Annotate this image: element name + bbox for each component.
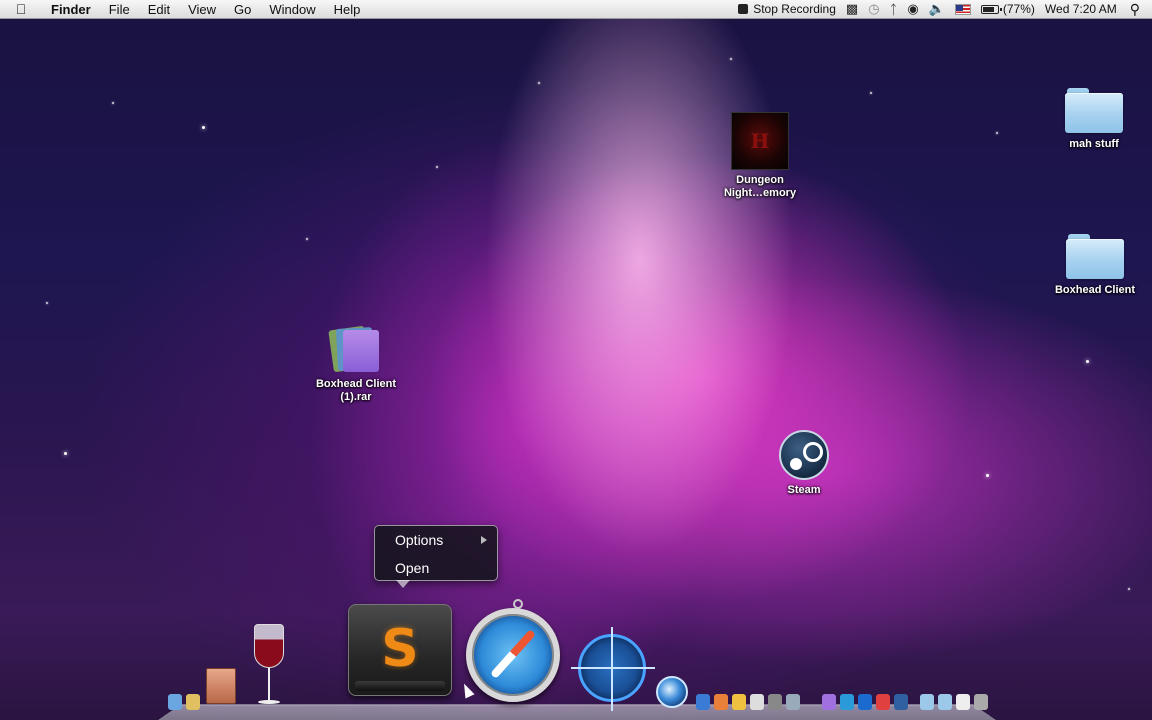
star: [306, 238, 308, 240]
desktop-icon-label: Boxhead Client: [1054, 284, 1136, 296]
star: [112, 102, 114, 104]
menu-bar:  Finder File Edit View Go Window Help S…: [0, 0, 1152, 19]
input-source-flag-icon[interactable]: [950, 0, 976, 19]
menu-view[interactable]: View: [179, 0, 225, 19]
trash-icon[interactable]: [974, 694, 988, 710]
star: [202, 126, 205, 129]
document-icon[interactable]: [822, 694, 836, 710]
downloads-stack-icon[interactable]: [956, 694, 970, 710]
desktop-icon-mah-stuff[interactable]: mah stuff: [1044, 82, 1144, 151]
steam-dock-icon[interactable]: [894, 694, 908, 710]
archive-utility-icon[interactable]: [186, 694, 200, 710]
apple-menu-icon[interactable]: : [0, 1, 42, 17]
menu-file[interactable]: File: [100, 0, 139, 19]
sublime-text-icon[interactable]: S: [348, 604, 452, 696]
desktop-icon-boxhead-client-folder[interactable]: Boxhead Client: [1045, 228, 1145, 297]
star: [870, 92, 872, 94]
desktop-icon-dungeon-night[interactable]: Dungeon Night…emory: [710, 112, 810, 200]
desktop-icon-label: mah stuff: [1069, 138, 1119, 150]
archive-icon: [328, 324, 383, 374]
menu-help[interactable]: Help: [325, 0, 370, 19]
star: [46, 302, 48, 304]
spotlight-search-icon[interactable]: ⚲: [1122, 1, 1152, 18]
folder-app-icon[interactable]: [732, 694, 746, 710]
package-icon[interactable]: [206, 668, 236, 704]
battery-percent: (77%): [1002, 2, 1035, 16]
dock-context-menu: Options Open: [374, 525, 498, 588]
bluetooth-icon[interactable]: ᛏ: [885, 0, 903, 19]
star: [996, 132, 998, 134]
battery-status[interactable]: (77%): [976, 0, 1040, 19]
skype-icon[interactable]: [840, 694, 854, 710]
menu-pointer: [396, 580, 410, 588]
desktop-icon-label: Boxhead Client (1).rar: [315, 378, 397, 403]
stop-icon: [738, 4, 749, 14]
stop-recording-button[interactable]: Stop Recording: [733, 0, 841, 19]
star: [1086, 360, 1089, 363]
time-machine-icon[interactable]: ◷: [863, 0, 884, 19]
chrome-icon[interactable]: [876, 694, 890, 710]
menu-app-name[interactable]: Finder: [42, 0, 100, 19]
photo-booth-icon[interactable]: [750, 694, 764, 710]
star: [730, 58, 732, 60]
word-icon[interactable]: [858, 694, 872, 710]
desktop-icon-label: Steam: [787, 484, 821, 496]
finder-icon[interactable]: [168, 694, 182, 710]
scope-app-icon[interactable]: [571, 627, 655, 711]
applications-folder-icon[interactable]: [920, 694, 934, 710]
desktop-icon-steam[interactable]: Steam: [754, 430, 854, 497]
folder-icon: [1066, 234, 1124, 280]
star: [1128, 588, 1130, 590]
star: [64, 452, 67, 455]
menu-go[interactable]: Go: [225, 0, 260, 19]
context-menu-open[interactable]: Open: [375, 555, 497, 581]
system-preferences-icon[interactable]: [786, 694, 800, 710]
context-menu-options[interactable]: Options: [375, 527, 497, 553]
wifi-icon[interactable]: ◉: [902, 0, 923, 19]
star: [538, 82, 540, 84]
submenu-arrow-icon: [481, 536, 487, 544]
app-store-icon[interactable]: [696, 694, 710, 710]
star: [986, 474, 989, 477]
stop-recording-label: Stop Recording: [753, 2, 836, 16]
desktop-icon-label: Dungeon Night…emory: [723, 174, 797, 199]
star: [436, 166, 438, 168]
menu-edit[interactable]: Edit: [139, 0, 179, 19]
documents-folder-icon[interactable]: [938, 694, 952, 710]
safari-icon[interactable]: [466, 599, 560, 702]
game-thumbnail-icon: [731, 112, 789, 170]
camera-icon[interactable]: [768, 694, 782, 710]
folder-icon: [1065, 88, 1123, 134]
context-menu-options-label: Options: [395, 532, 444, 548]
quicktime-icon[interactable]: [656, 676, 688, 708]
mouse-cursor: [459, 681, 475, 699]
menu-window[interactable]: Window: [260, 0, 324, 19]
film-strip-icon[interactable]: ▩: [841, 0, 863, 19]
steam-icon: [779, 430, 829, 480]
volume-icon[interactable]: 🔈: [924, 0, 950, 19]
desktop-icon-boxhead-client-rar[interactable]: Boxhead Client (1).rar: [306, 324, 406, 404]
firefox-icon[interactable]: [714, 694, 728, 710]
battery-icon: [980, 4, 1002, 14]
clock[interactable]: Wed 7:20 AM: [1040, 0, 1122, 19]
wine-icon[interactable]: [254, 624, 284, 706]
